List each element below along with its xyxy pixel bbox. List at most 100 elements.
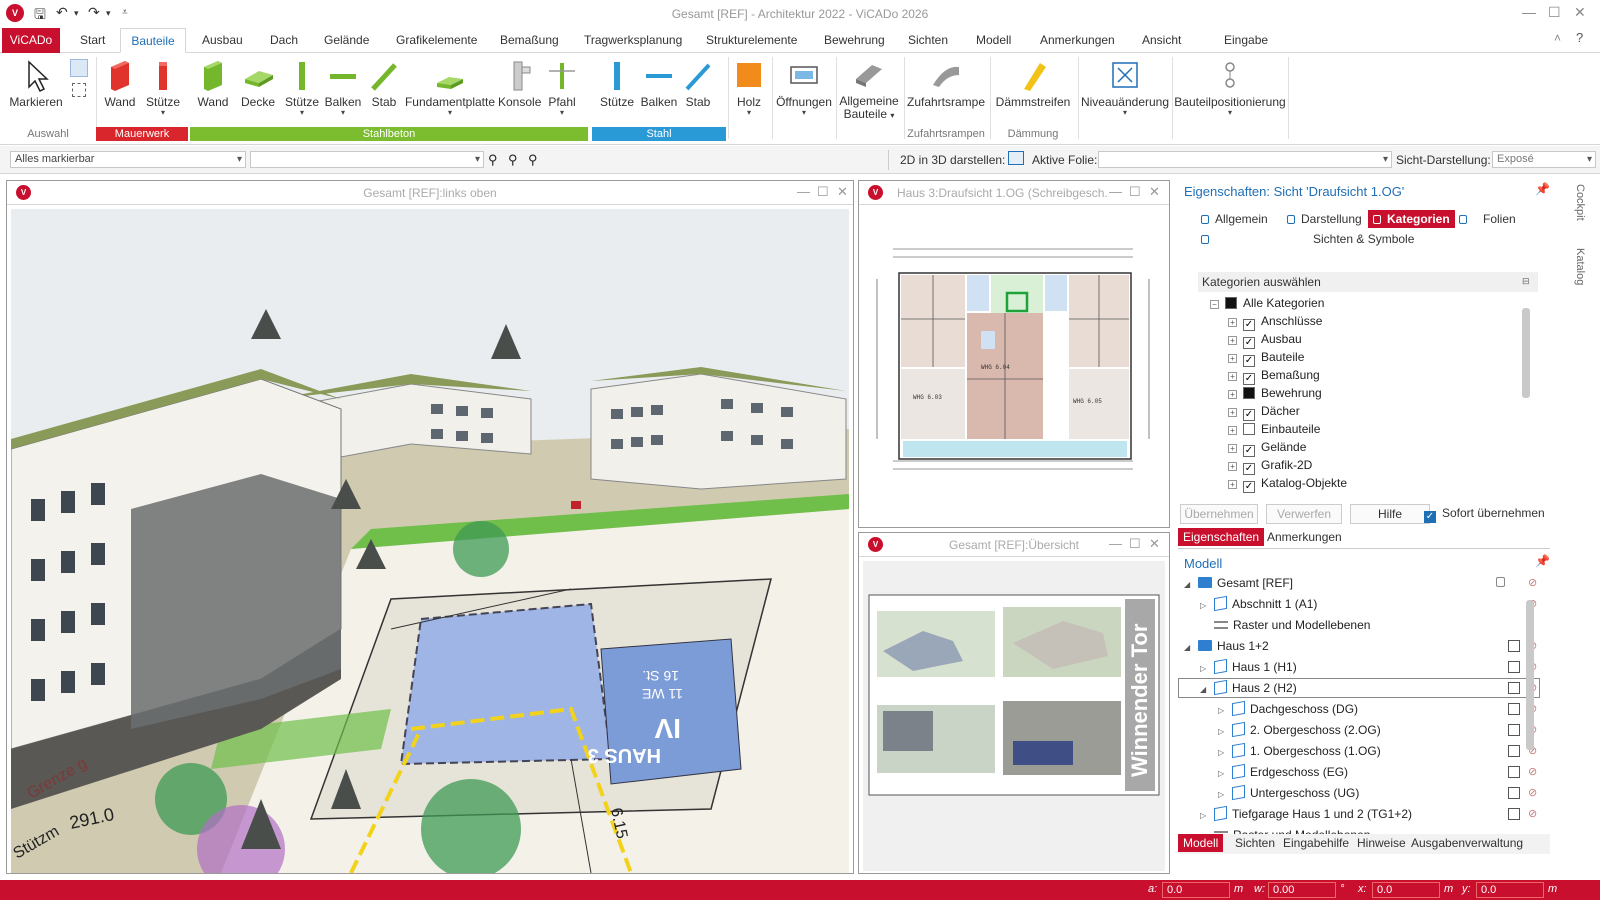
expand-arrow-icon[interactable]: ▷ <box>1218 769 1232 778</box>
balken-stahl-button[interactable]: Balken <box>638 55 680 133</box>
tab-eingabehilfe-bottom[interactable]: Eingabehilfe <box>1278 834 1354 852</box>
aktive-folie-select[interactable] <box>1098 151 1392 168</box>
tab-bauteile[interactable]: Bauteile <box>120 28 186 53</box>
model-tree-item[interactable]: ▷ Abschnitt 1 (A1) <box>1200 595 1317 612</box>
wand-stahlbeton-button[interactable]: Wand <box>192 55 234 133</box>
model-tree-item[interactable]: Raster und Modellebenen <box>1200 618 1370 632</box>
tab-dach[interactable]: Dach <box>264 28 304 53</box>
daemmstreifen-button[interactable]: Dämmstreifen <box>992 55 1074 133</box>
tab-sichten-bottom[interactable]: Sichten <box>1230 834 1280 852</box>
niveauaenderung-button[interactable]: Niveauänderung ▾ <box>1080 55 1170 133</box>
view-floorplan-window[interactable]: V Haus 3:Draufsicht 1.OG (Schreibgesch..… <box>858 180 1170 528</box>
floorplan-canvas[interactable]: WHG 6.03 WHG 6.04 WHG 6.05 <box>863 209 1165 525</box>
select-area-icon[interactable] <box>70 59 88 77</box>
tab-ausgabenverwaltung-bottom[interactable]: Ausgabenverwaltung <box>1406 834 1528 852</box>
allgemeine-bauteile-button[interactable]: Allgemeine Bauteile ▾ <box>838 55 900 133</box>
expand-arrow-icon[interactable]: ▷ <box>1218 748 1232 757</box>
expand-arrow-icon[interactable]: ▷ <box>1200 664 1214 673</box>
tab-ausbau[interactable]: Ausbau <box>196 28 249 53</box>
selection-filter-select[interactable]: Alles markierbar <box>10 151 246 168</box>
model-tree-item[interactable]: ▷ Dachgeschoss (DG) <box>1218 700 1358 717</box>
markieren-button[interactable]: Markieren <box>6 55 66 133</box>
categories-scrollbar[interactable] <box>1522 308 1530 398</box>
balken-stahlbeton-button[interactable]: Balken ▾ <box>322 55 364 133</box>
status-x-field[interactable]: 0.0 <box>1372 882 1440 898</box>
category-checkbox[interactable]: ✓ <box>1243 373 1255 385</box>
model-tree-item[interactable]: ▷ Haus 1 (H1) <box>1200 658 1297 675</box>
hidden-eye-icon[interactable]: ⊘ <box>1528 807 1537 820</box>
hidden-eye-icon[interactable]: ⊘ <box>1528 576 1537 589</box>
tab-gelaende[interactable]: Gelände <box>318 28 375 53</box>
collapse-arrow-icon[interactable]: ◢ <box>1200 685 1214 694</box>
lock-icon[interactable] <box>1496 577 1505 587</box>
tab-ansicht[interactable]: Ansicht <box>1136 28 1187 53</box>
tab-darstellung[interactable]: Darstellung <box>1282 210 1367 228</box>
tab-sichten[interactable]: Sichten <box>902 28 954 53</box>
status-y-field[interactable]: 0.0 <box>1476 882 1544 898</box>
overview-canvas[interactable]: Winnender Tor <box>863 561 1165 871</box>
expand-icon[interactable]: + <box>1228 354 1237 363</box>
category-checkbox[interactable]: ✓ <box>1243 445 1255 457</box>
tree-root-alle-kategorien[interactable]: − Alle Kategorien <box>1210 296 1324 314</box>
binoculars-icon[interactable]: ⚲ <box>488 152 498 168</box>
expand-icon[interactable]: + <box>1228 372 1237 381</box>
expand-arrow-icon[interactable]: ▷ <box>1200 601 1214 610</box>
visibility-checkbox[interactable] <box>1508 661 1520 673</box>
category-checkbox[interactable]: ✓ <box>1243 355 1255 367</box>
model-tree-item[interactable]: ◢ Haus 2 (H2) <box>1200 679 1297 696</box>
holz-button[interactable]: Holz ▾ <box>730 55 768 133</box>
view-maximize-icon[interactable]: ☐ <box>1129 536 1141 552</box>
stuetze-stahlbeton-button[interactable]: Stütze ▾ <box>282 55 322 133</box>
verwerfen-button[interactable]: Verwerfen <box>1266 504 1342 524</box>
tab-modell[interactable]: Modell <box>970 28 1017 53</box>
tab-eigenschaften[interactable]: Eigenschaften <box>1178 528 1265 546</box>
expand-arrow-icon[interactable]: ▷ <box>1218 706 1232 715</box>
model-tree-item[interactable]: ◢ Gesamt [REF] <box>1184 576 1293 590</box>
visibility-checkbox[interactable] <box>1508 640 1520 652</box>
wand-mauerwerk-button[interactable]: Wand <box>100 55 140 133</box>
category-checkbox[interactable]: ✓ <box>1243 409 1255 421</box>
expand-icon[interactable]: + <box>1228 408 1237 417</box>
tab-vicado[interactable]: ViCADo <box>2 28 60 53</box>
bauteilpositionierung-button[interactable]: Bauteilpositionierung ▾ <box>1174 55 1286 133</box>
category-row[interactable]: + ✓ Dächer <box>1228 404 1300 422</box>
view-minimize-icon[interactable]: — <box>797 184 810 199</box>
expand-icon[interactable]: + <box>1228 444 1237 453</box>
uebernehmen-button[interactable]: Übernehmen <box>1180 504 1258 524</box>
view-overview-window[interactable]: V Gesamt [REF]:Übersicht — ☐ ✕ Winnender… <box>858 532 1170 874</box>
pfahl-button[interactable]: Pfahl ▾ <box>544 55 580 133</box>
tab-anmerkungen-panel[interactable]: Anmerkungen <box>1262 528 1347 546</box>
model-tree-item[interactable]: ◢ Haus 1+2 <box>1184 639 1269 653</box>
minimize-icon[interactable]: — <box>1522 4 1536 20</box>
select-window-icon[interactable] <box>72 83 86 97</box>
tab-anmerkungen[interactable]: Anmerkungen <box>1034 28 1121 53</box>
tab-kategorien[interactable]: Kategorien <box>1368 210 1455 228</box>
visibility-checkbox[interactable] <box>1508 787 1520 799</box>
side-tab-cockpit[interactable]: Cockpit <box>1574 184 1586 221</box>
tab-sichten-symbole[interactable]: Sichten & Symbole <box>1196 230 1536 248</box>
model-tree-item[interactable]: ▷ Untergeschoss (UG) <box>1218 784 1359 801</box>
view-minimize-icon[interactable]: — <box>1109 536 1122 551</box>
category-row[interactable]: + ✓ Anschlüsse <box>1228 314 1322 332</box>
expand-icon[interactable]: + <box>1228 462 1237 471</box>
category-checkbox[interactable] <box>1243 387 1255 399</box>
collapse-section-icon[interactable]: ⊟ <box>1522 276 1530 287</box>
category-row[interactable]: + ✓ Grafik-2D <box>1228 458 1312 476</box>
expand-icon[interactable]: + <box>1228 390 1237 399</box>
view-close-icon[interactable]: ✕ <box>1149 184 1160 200</box>
visibility-checkbox[interactable] <box>1508 703 1520 715</box>
category-row[interactable]: + ✓ Katalog-Objekte <box>1228 476 1347 494</box>
expand-arrow-icon[interactable]: ▷ <box>1200 811 1214 820</box>
side-tab-katalog[interactable]: Katalog <box>1574 248 1586 285</box>
tab-bemassung[interactable]: Bemaßung <box>494 28 565 53</box>
collapse-arrow-icon[interactable]: ◢ <box>1184 580 1198 589</box>
maximize-icon[interactable]: ☐ <box>1548 4 1561 21</box>
tab-bewehrung[interactable]: Bewehrung <box>818 28 891 53</box>
close-icon[interactable]: ✕ <box>1574 4 1586 21</box>
stab-stahlbeton-button[interactable]: Stab <box>364 55 404 133</box>
category-row[interactable]: + Einbauteile <box>1228 422 1320 440</box>
model-scrollbar[interactable] <box>1526 600 1534 750</box>
view-maximize-icon[interactable]: ☐ <box>817 184 829 200</box>
tab-modell-bottom[interactable]: Modell <box>1178 834 1224 852</box>
hilfe-button[interactable]: Hilfe <box>1350 504 1430 524</box>
